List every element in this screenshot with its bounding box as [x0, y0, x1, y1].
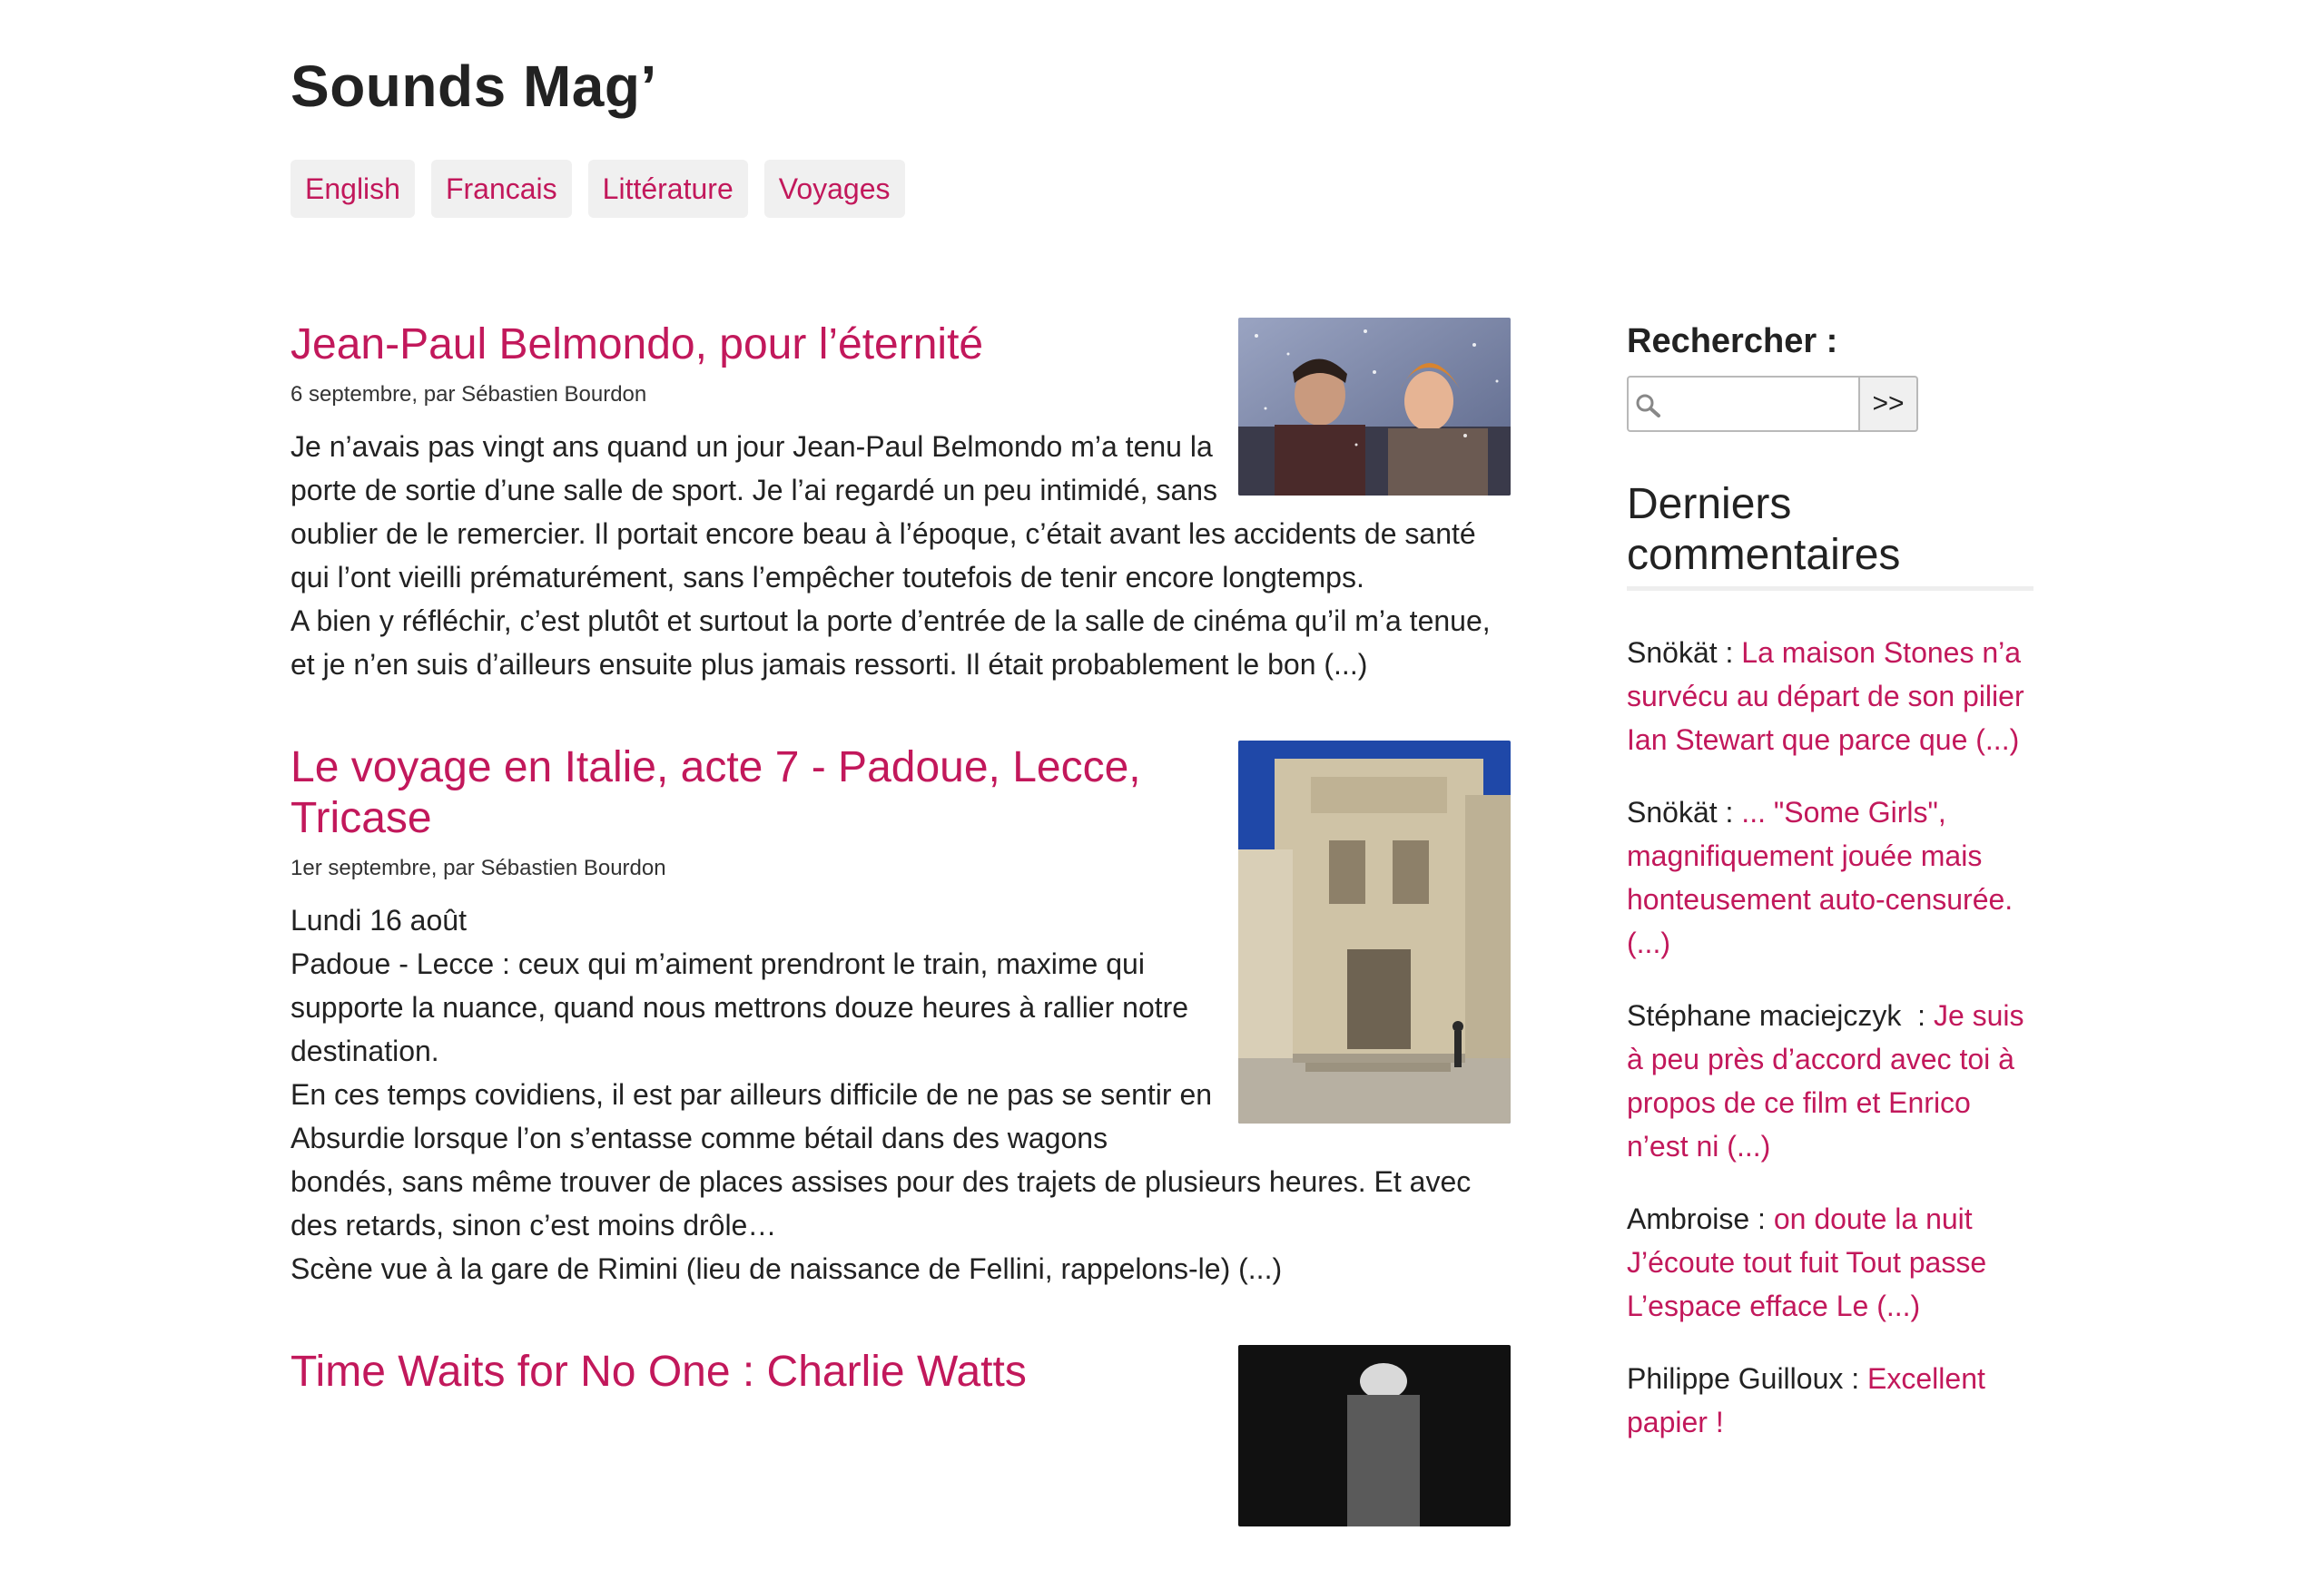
sidebar: Rechercher : >> Derniers commentaires Sn… — [1627, 322, 2034, 1473]
nav-item-litterature[interactable]: Littérature — [587, 160, 748, 218]
article-italie: Le voyage en Italie, acte 7 - Padoue, Le… — [290, 741, 1511, 1291]
comment-item: Stéphane maciejczyk : Je suis à peu près… — [1627, 994, 2034, 1168]
main-nav: English Francais Littérature Voyages — [290, 160, 905, 218]
article-thumbnail-belmondo[interactable] — [1238, 318, 1511, 496]
comment-author: Philippe Guilloux : — [1627, 1362, 1868, 1395]
article-belmondo: Jean-Paul Belmondo, pour l’éternité 6 se… — [290, 318, 1511, 686]
comment-author: Ambroise : — [1627, 1202, 1774, 1235]
excerpt-paragraph: Scène vue à la gare de Rimini (lieu de n… — [290, 1252, 1283, 1285]
comment-item: Snökät : La maison Stones n’a survécu au… — [1627, 631, 2034, 761]
recent-comments-list: Snökät : La maison Stones n’a survécu au… — [1627, 631, 2034, 1444]
excerpt-paragraph: A bien y réfléchir, c’est plutôt et surt… — [290, 604, 1491, 681]
article-list: Jean-Paul Belmondo, pour l’éternité 6 se… — [290, 318, 1511, 1590]
nav-item-english[interactable]: English — [290, 160, 415, 218]
comment-author: Snökät : — [1627, 636, 1742, 669]
article-thumbnail-charlie-watts[interactable] — [1238, 1345, 1511, 1526]
site-title[interactable]: Sounds Mag’ — [290, 53, 657, 120]
comment-item: Snökät : ... "Some Girls", magnifiquemen… — [1627, 790, 2034, 965]
article-charlie-watts: Time Waits for No One : Charlie Watts — [290, 1345, 1511, 1536]
article-thumbnail-italie[interactable] — [1238, 741, 1511, 1124]
nav-item-voyages[interactable]: Voyages — [763, 160, 905, 218]
search-submit-button[interactable]: >> — [1860, 376, 1918, 432]
comment-item: Philippe Guilloux : Excellent papier ! — [1627, 1357, 2034, 1444]
recent-comments-title: Derniers commentaires — [1627, 479, 2034, 591]
comment-author: Snökät : — [1627, 796, 1742, 829]
search-icon — [1636, 394, 1660, 417]
search-label: Rechercher : — [1627, 322, 1838, 360]
nav-item-francais[interactable]: Francais — [430, 160, 572, 218]
page: Sounds Mag’ English Francais Littérature… — [0, 0, 2324, 1526]
search-form: >> — [1627, 376, 2034, 432]
comment-author: Stéphane maciejczyk : — [1627, 999, 1934, 1032]
comment-item: Ambroise : on doute la nuit J’écoute tou… — [1627, 1197, 2034, 1328]
search-input[interactable] — [1627, 376, 1860, 432]
